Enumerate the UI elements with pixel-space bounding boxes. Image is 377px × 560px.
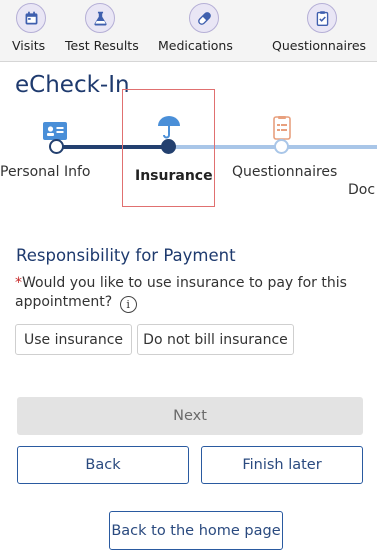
nav-label-medications: Medications — [158, 38, 233, 53]
do-not-bill-insurance-button[interactable]: Do not bill insurance — [137, 324, 294, 355]
questionnaire-icon — [268, 115, 296, 141]
nav-label-test-results: Test Results — [65, 38, 139, 53]
step-dot-personal-info — [49, 139, 64, 154]
step-label-personal-info[interactable]: Personal Info — [0, 164, 90, 180]
step-dot-questionnaires — [274, 139, 289, 154]
flask-icon — [85, 3, 115, 33]
use-insurance-button[interactable]: Use insurance — [15, 324, 132, 355]
finish-later-button[interactable]: Finish later — [201, 446, 363, 484]
back-button[interactable]: Back — [17, 446, 189, 484]
pill-icon — [189, 3, 219, 33]
nav-item-visits[interactable]: Visits — [0, 0, 62, 62]
nav-label-questionnaires: Questionnaires — [272, 38, 367, 53]
step-label-documents[interactable]: Doc — [348, 182, 375, 198]
nav-item-questionnaires[interactable]: Questionnaires — [262, 0, 377, 62]
checklist-icon — [307, 3, 337, 33]
back-to-home-button[interactable]: Back to the home page — [109, 511, 283, 550]
calendar-icon — [16, 3, 46, 33]
nav-label-visits: Visits — [12, 38, 46, 53]
next-button[interactable]: Next — [17, 397, 363, 435]
question-text: Would you like to use insurance to pay f… — [15, 275, 347, 310]
top-nav: Visits Test Results Medications Question… — [0, 0, 377, 62]
nav-item-test-results[interactable]: Test Results — [62, 0, 144, 62]
info-icon[interactable]: i — [119, 296, 137, 313]
insurance-question: *Would you like to use insurance to pay … — [15, 274, 355, 313]
page-title: eCheck-In — [15, 72, 130, 98]
nav-item-medications[interactable]: Medications — [144, 0, 262, 62]
step-label-questionnaires[interactable]: Questionnaires — [232, 164, 337, 180]
required-mark: * — [15, 275, 22, 291]
current-step-highlight — [122, 89, 215, 207]
section-title: Responsibility for Payment — [16, 246, 236, 265]
